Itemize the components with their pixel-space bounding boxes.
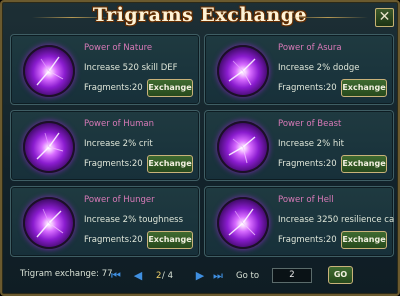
power-effect: Increase 2% dodge xyxy=(278,63,360,73)
fragments-cost: Fragments:20 xyxy=(84,235,143,245)
trigram-card-human: Power of Human Increase 2% crit Fragment… xyxy=(10,110,200,181)
fragments-cost: Fragments:20 xyxy=(278,83,337,93)
exchange-button[interactable]: Exchange xyxy=(341,155,387,173)
exchange-button[interactable]: Exchange xyxy=(341,79,387,97)
trigram-grid: Power of Nature Increase 520 skill DEF F… xyxy=(10,34,394,260)
power-name: Power of Nature xyxy=(84,43,153,53)
trigram-card-asura: Power of Asura Increase 2% dodge Fragmen… xyxy=(204,34,394,105)
trigram-orb-icon xyxy=(217,121,269,173)
prev-page-icon: ◀ xyxy=(133,269,143,282)
goto-page-input[interactable]: 2 xyxy=(272,268,312,283)
trigram-orb-icon xyxy=(217,45,269,97)
goto-label: Go to xyxy=(236,271,260,281)
first-page-button[interactable]: ⏮ xyxy=(110,270,122,282)
power-effect: Increase 520 skill DEF xyxy=(84,63,178,73)
trigram-orb-icon xyxy=(217,197,269,249)
last-page-icon: ⏭ xyxy=(213,269,223,282)
close-button[interactable]: ✕ xyxy=(375,8,394,27)
fragments-cost: Fragments:20 xyxy=(84,83,143,93)
trigram-orb-icon xyxy=(23,45,75,97)
fragments-cost: Fragments:20 xyxy=(84,159,143,169)
power-effect: Increase 2% crit xyxy=(84,139,153,149)
exchange-button[interactable]: Exchange xyxy=(147,231,193,249)
close-icon: ✕ xyxy=(378,9,391,25)
first-page-icon: ⏮ xyxy=(111,269,121,282)
title-bar: Trigrams Exchange ✕ xyxy=(2,2,398,32)
trigram-exchange-count: Trigram exchange: 77 xyxy=(20,269,113,279)
total-pages: / 4 xyxy=(162,271,173,281)
window-title: Trigrams Exchange xyxy=(92,4,308,26)
next-page-icon: ▶ xyxy=(195,269,205,282)
last-page-button[interactable]: ⏭ xyxy=(212,270,224,282)
title-ornament-right xyxy=(288,17,368,18)
go-button[interactable]: GO xyxy=(328,266,353,284)
trigram-orb-icon xyxy=(23,197,75,249)
power-effect: Increase 2% hit xyxy=(278,139,344,149)
next-page-button[interactable]: ▶ xyxy=(194,270,206,282)
fragments-cost: Fragments:20 xyxy=(278,159,337,169)
power-name: Power of Beast xyxy=(278,119,342,129)
power-name: Power of Human xyxy=(84,119,154,129)
exchange-button[interactable]: Exchange xyxy=(147,155,193,173)
fragments-cost: Fragments:20 xyxy=(278,235,337,245)
trigrams-exchange-window: Trigrams Exchange ✕ Power of Nature Incr… xyxy=(0,0,400,296)
pagination-bar: Trigram exchange: 77 ⏮ ◀ 2 / 4 ▶ ⏭ Go to… xyxy=(2,264,398,294)
exchange-button[interactable]: Exchange xyxy=(341,231,387,249)
trigram-card-hell: Power of Hell Increase 3250 resilience c… xyxy=(204,186,394,257)
power-effect: Increase 2% toughness xyxy=(84,215,184,225)
power-name: Power of Hell xyxy=(278,195,334,205)
power-name: Power of Asura xyxy=(278,43,342,53)
trigram-card-nature: Power of Nature Increase 520 skill DEF F… xyxy=(10,34,200,105)
exchange-button[interactable]: Exchange xyxy=(147,79,193,97)
prev-page-button[interactable]: ◀ xyxy=(132,270,144,282)
power-name: Power of Hunger xyxy=(84,195,155,205)
current-page: 2 xyxy=(156,271,162,281)
trigram-card-beast: Power of Beast Increase 2% hit Fragments… xyxy=(204,110,394,181)
power-effect: Increase 3250 resilience ca xyxy=(278,215,395,225)
trigram-card-hunger: Power of Hunger Increase 2% toughness Fr… xyxy=(10,186,200,257)
trigram-orb-icon xyxy=(23,121,75,173)
